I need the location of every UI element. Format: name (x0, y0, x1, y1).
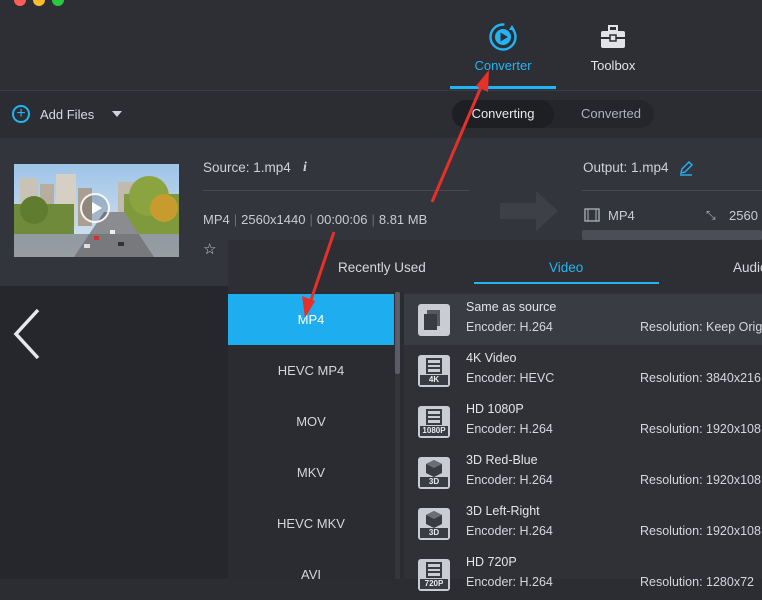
source-metadata: MP4 | 2560x1440 | 00:00:06 | 8.81 MB (203, 212, 428, 227)
output-format-dropdown[interactable] (582, 230, 762, 240)
source-format: MP4 (203, 212, 230, 227)
preset-resolution: Resolution: 3840x216 (640, 371, 761, 385)
video-tab-indicator (474, 282, 659, 284)
output-filename: Output: 1.mp4 (583, 160, 669, 175)
cube-icon: 3D (418, 508, 450, 540)
converter-icon (489, 23, 517, 51)
divider (582, 190, 762, 191)
tab-video[interactable]: Video (549, 260, 583, 275)
source-resolution: 2560x1440 (241, 212, 306, 227)
segment-converted[interactable]: Converted (556, 100, 666, 128)
preset-badge: 720P (420, 579, 448, 589)
preset-resolution: Resolution: 1920x108 (640, 473, 761, 487)
preset-badge: 3D (420, 528, 448, 538)
segment-converting[interactable]: Converting (452, 100, 554, 128)
resize-icon: ⤡ (706, 208, 716, 222)
copy-icon (418, 304, 450, 336)
cube-icon: 3D (418, 457, 450, 489)
preset-encoder: Encoder: H.264 (466, 422, 553, 436)
tab-audio[interactable]: Audio (733, 260, 762, 275)
preset-resolution: Resolution: 1920x108 (640, 422, 761, 436)
preset-item[interactable]: 3D 3D Red-Blue Encoder: H.264 Resolution… (404, 447, 762, 498)
preset-item[interactable]: 3D 3D Left-Right Encoder: H.264 Resoluti… (404, 498, 762, 549)
tab-recently-used[interactable]: Recently Used (338, 260, 426, 275)
output-resolution: 2560 (729, 208, 758, 223)
format-list-scrollbar[interactable] (395, 292, 400, 374)
film-icon: 1080P (418, 406, 450, 438)
divider (203, 190, 469, 191)
preset-encoder: Encoder: H.264 (466, 575, 553, 589)
source-duration: 00:00:06 (316, 212, 368, 227)
chevron-down-icon[interactable] (112, 111, 122, 117)
preset-name: HD 1080P (466, 402, 524, 416)
add-files-label: Add Files (40, 106, 95, 122)
edit-icon[interactable] (678, 160, 694, 176)
add-files-button[interactable]: + Add Files (12, 103, 94, 125)
converter-tab-indicator (450, 86, 556, 89)
enhance-icon[interactable]: ☆ (203, 240, 216, 258)
film-icon: 720P (418, 559, 450, 591)
preset-encoder: Encoder: HEVC (466, 371, 555, 385)
preset-name: Same as source (466, 300, 557, 314)
preset-name: 3D Red-Blue (466, 453, 538, 467)
tab-toolbox[interactable]: Toolbox (568, 22, 658, 73)
tab-converter-label: Converter (474, 58, 532, 73)
preset-name: 3D Left-Right (466, 504, 540, 518)
tab-converter[interactable]: Converter (458, 22, 548, 73)
preset-badge: 1080P (420, 426, 448, 436)
format-item-mp4[interactable]: MP4 (228, 294, 394, 345)
format-item-hevc-mp4[interactable]: HEVC MP4 (228, 345, 394, 396)
preset-badge: 4K (420, 375, 448, 385)
preset-resolution: Resolution: Keep Orig (640, 320, 762, 334)
source-filename: Source: 1.mp4 (203, 160, 291, 175)
chevron-left-icon[interactable] (12, 308, 42, 360)
preset-item[interactable]: Same as source Encoder: H.264 Resolution… (404, 294, 762, 345)
preset-item[interactable]: 720P HD 720P Encoder: H.264 Resolution: … (404, 549, 762, 600)
preset-item[interactable]: 4K 4K Video Encoder: HEVC Resolution: 38… (404, 345, 762, 396)
format-tabs (228, 240, 762, 292)
preset-resolution: Resolution: 1920x108 (640, 524, 761, 538)
play-button[interactable] (80, 193, 110, 223)
preset-encoder: Encoder: H.264 (466, 473, 553, 487)
preset-encoder: Encoder: H.264 (466, 320, 553, 334)
film-icon (584, 208, 600, 222)
format-item-avi[interactable]: AVI (228, 549, 394, 600)
preset-badge: 3D (420, 477, 448, 487)
preset-name: 4K Video (466, 351, 517, 365)
preset-name: HD 720P (466, 555, 517, 569)
add-icon: + (12, 105, 30, 123)
preset-item[interactable]: 1080P HD 1080P Encoder: H.264 Resolution… (404, 396, 762, 447)
output-format: MP4 (608, 208, 635, 223)
toolbox-icon (601, 25, 625, 48)
convert-arrow-icon (500, 191, 558, 231)
preset-encoder: Encoder: H.264 (466, 524, 553, 538)
film-icon: 4K (418, 355, 450, 387)
format-item-mov[interactable]: MOV (228, 396, 394, 447)
info-icon[interactable]: i (303, 160, 307, 176)
format-item-mkv[interactable]: MKV (228, 447, 394, 498)
tab-toolbox-label: Toolbox (590, 58, 636, 73)
format-item-hevc-mkv[interactable]: HEVC MKV (228, 498, 394, 549)
preset-resolution: Resolution: 1280x72 (640, 575, 754, 589)
source-size: 8.81 MB (378, 212, 428, 227)
